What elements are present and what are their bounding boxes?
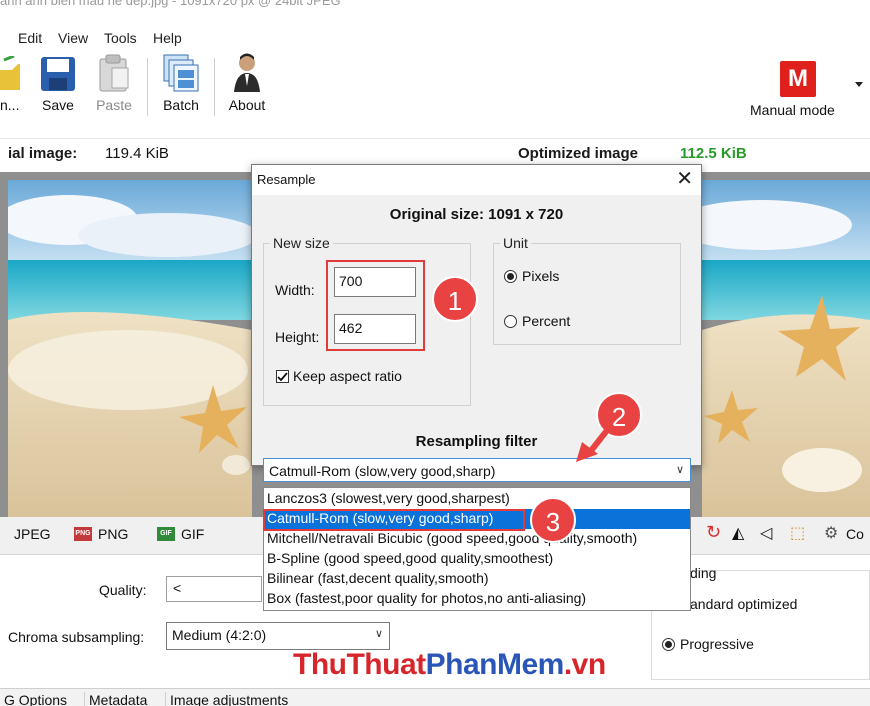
- floppy-disk-icon: [41, 57, 75, 91]
- beach-image: [702, 180, 870, 517]
- mode-dropdown-icon[interactable]: [855, 82, 863, 87]
- menu-bar: Edit View Tools Help: [0, 26, 870, 50]
- step-3-badge: 3: [530, 497, 576, 543]
- rotate-icon[interactable]: ↻: [706, 522, 721, 543]
- open-button[interactable]: n...: [0, 52, 28, 120]
- batch-images-icon: [163, 54, 199, 92]
- batch-button[interactable]: Batch: [157, 52, 205, 120]
- filter-option-b-spline[interactable]: B-Spline (good speed,good quality,smooth…: [264, 549, 690, 569]
- tab-image-adjustments[interactable]: Image adjustments: [165, 692, 288, 706]
- unit-caption: Unit: [500, 235, 531, 251]
- chevron-down-icon: ∨: [675, 464, 684, 476]
- toolbar-separator: [147, 58, 148, 116]
- menu-tools[interactable]: Tools: [104, 30, 137, 46]
- watermark-part1: ThuThuat: [293, 648, 426, 681]
- chroma-label: Chroma subsampling:: [8, 629, 145, 645]
- chevron-down-icon: ∨: [374, 628, 383, 640]
- tab-jpeg[interactable]: JPEG: [14, 526, 51, 542]
- filter-dropdown-list: Lanczos3 (slowest,very good,sharpest) Ca…: [263, 487, 691, 611]
- watermark-part3: .vn: [563, 648, 606, 681]
- unit-group: Unit: [493, 235, 681, 345]
- png-icon: PNG: [74, 527, 92, 541]
- keep-aspect-label[interactable]: Keep aspect ratio: [293, 368, 402, 384]
- keep-aspect-checkbox[interactable]: [276, 370, 289, 383]
- about-label: About: [228, 97, 266, 113]
- menu-help[interactable]: Help: [153, 30, 182, 46]
- close-icon[interactable]: ✕: [676, 168, 693, 190]
- beach-image: [8, 180, 252, 517]
- gif-icon: GIF: [157, 527, 175, 541]
- about-button[interactable]: About: [222, 52, 272, 120]
- pixels-radio[interactable]: [504, 270, 517, 283]
- height-label: Height:: [275, 329, 320, 345]
- gear-icon[interactable]: ⚙: [824, 523, 838, 543]
- watermark: ThuThuatPhanMem.vn: [293, 648, 606, 682]
- save-button[interactable]: Save: [36, 52, 80, 120]
- toolbar-separator: [214, 58, 215, 116]
- percent-label[interactable]: Percent: [522, 313, 570, 329]
- bottom-tab-bar: G Options Metadata Image adjustments: [0, 688, 870, 706]
- tab-png[interactable]: PNG: [98, 526, 128, 542]
- filter-select-value: Catmull-Rom (slow,very good,sharp): [269, 463, 496, 479]
- filter-option-box[interactable]: Box (fastest,poor quality for photos,no …: [264, 589, 690, 609]
- dialog-title-bar: Resample ✕: [252, 165, 701, 195]
- progressive-label[interactable]: Progressive: [680, 636, 754, 652]
- manual-mode-icon[interactable]: M: [780, 61, 816, 97]
- standard-optimized-option[interactable]: andard optimized: [690, 596, 797, 612]
- percent-radio[interactable]: [504, 315, 517, 328]
- checkmark-icon: [277, 372, 288, 382]
- menu-view[interactable]: View: [58, 30, 88, 46]
- toolbar: n... Save Paste Batch About M Manual mod…: [0, 52, 870, 132]
- tab-gif[interactable]: GIF: [181, 526, 204, 542]
- original-image-preview[interactable]: [8, 180, 252, 517]
- original-size-value: 119.4 KiB: [105, 145, 169, 162]
- quality-slider-arrow: <: [173, 580, 182, 596]
- optimized-size-value: 112.5 KiB: [680, 145, 747, 162]
- original-size-label: ial image:: [8, 145, 78, 162]
- filter-option-bilinear[interactable]: Bilinear (fast,decent quality,smooth): [264, 569, 690, 589]
- quality-slider[interactable]: <: [166, 576, 262, 602]
- chroma-select[interactable]: Medium (4:2:0) ∨: [166, 622, 390, 650]
- optimized-image-preview[interactable]: [702, 180, 870, 517]
- width-label: Width:: [275, 282, 315, 298]
- flip-horizontal-icon[interactable]: ◭: [732, 523, 744, 543]
- tab-metadata[interactable]: Metadata: [84, 692, 147, 706]
- window-title: anh anh bien mau ne dep.jpg - 1091x720 p…: [0, 0, 341, 8]
- watermark-part2: PhanMem: [425, 648, 565, 681]
- optimized-size-label: Optimized image: [518, 145, 639, 162]
- step-2-arrow-icon: [576, 422, 615, 462]
- clipboard-icon: [99, 54, 129, 92]
- dialog-title: Resample: [257, 172, 316, 187]
- resize-icon[interactable]: ⬚: [790, 523, 805, 543]
- filter-option-mitchell[interactable]: Mitchell/Netravali Bicubic (good speed,g…: [264, 529, 690, 549]
- resampling-filter-title: Resampling filter: [415, 433, 538, 450]
- progressive-radio[interactable]: [662, 638, 675, 651]
- new-size-caption: New size: [270, 235, 333, 251]
- tab-options[interactable]: G Options: [4, 692, 67, 706]
- step-1-badge: 1: [432, 276, 478, 322]
- filter-select[interactable]: Catmull-Rom (slow,very good,sharp) ∨: [263, 458, 691, 482]
- original-size-text: Original size: 1091 x 720: [389, 206, 564, 223]
- flip-vertical-icon[interactable]: ◁: [760, 523, 772, 543]
- chroma-select-value: Medium (4:2:0): [172, 627, 267, 643]
- paste-label: Paste: [96, 97, 132, 113]
- encoding-caption: ding: [690, 565, 717, 581]
- highlight-size-inputs: [326, 260, 425, 351]
- pixels-label[interactable]: Pixels: [522, 268, 559, 284]
- open-button-label: n...: [0, 97, 20, 113]
- menu-edit[interactable]: Edit: [18, 30, 42, 46]
- window-title-bar: anh anh bien mau ne dep.jpg - 1091x720 p…: [0, 0, 870, 22]
- quality-label: Quality:: [99, 582, 147, 598]
- manual-mode-label[interactable]: Manual mode: [750, 102, 835, 118]
- batch-label: Batch: [163, 97, 199, 113]
- save-label: Save: [42, 97, 74, 113]
- person-icon: [234, 53, 260, 92]
- paste-button[interactable]: Paste: [90, 52, 138, 120]
- filter-option-lanczos3[interactable]: Lanczos3 (slowest,very good,sharpest): [264, 489, 690, 509]
- folder-open-icon: [0, 56, 20, 90]
- highlight-selected-filter: [263, 509, 525, 531]
- config-label[interactable]: Co: [846, 526, 864, 542]
